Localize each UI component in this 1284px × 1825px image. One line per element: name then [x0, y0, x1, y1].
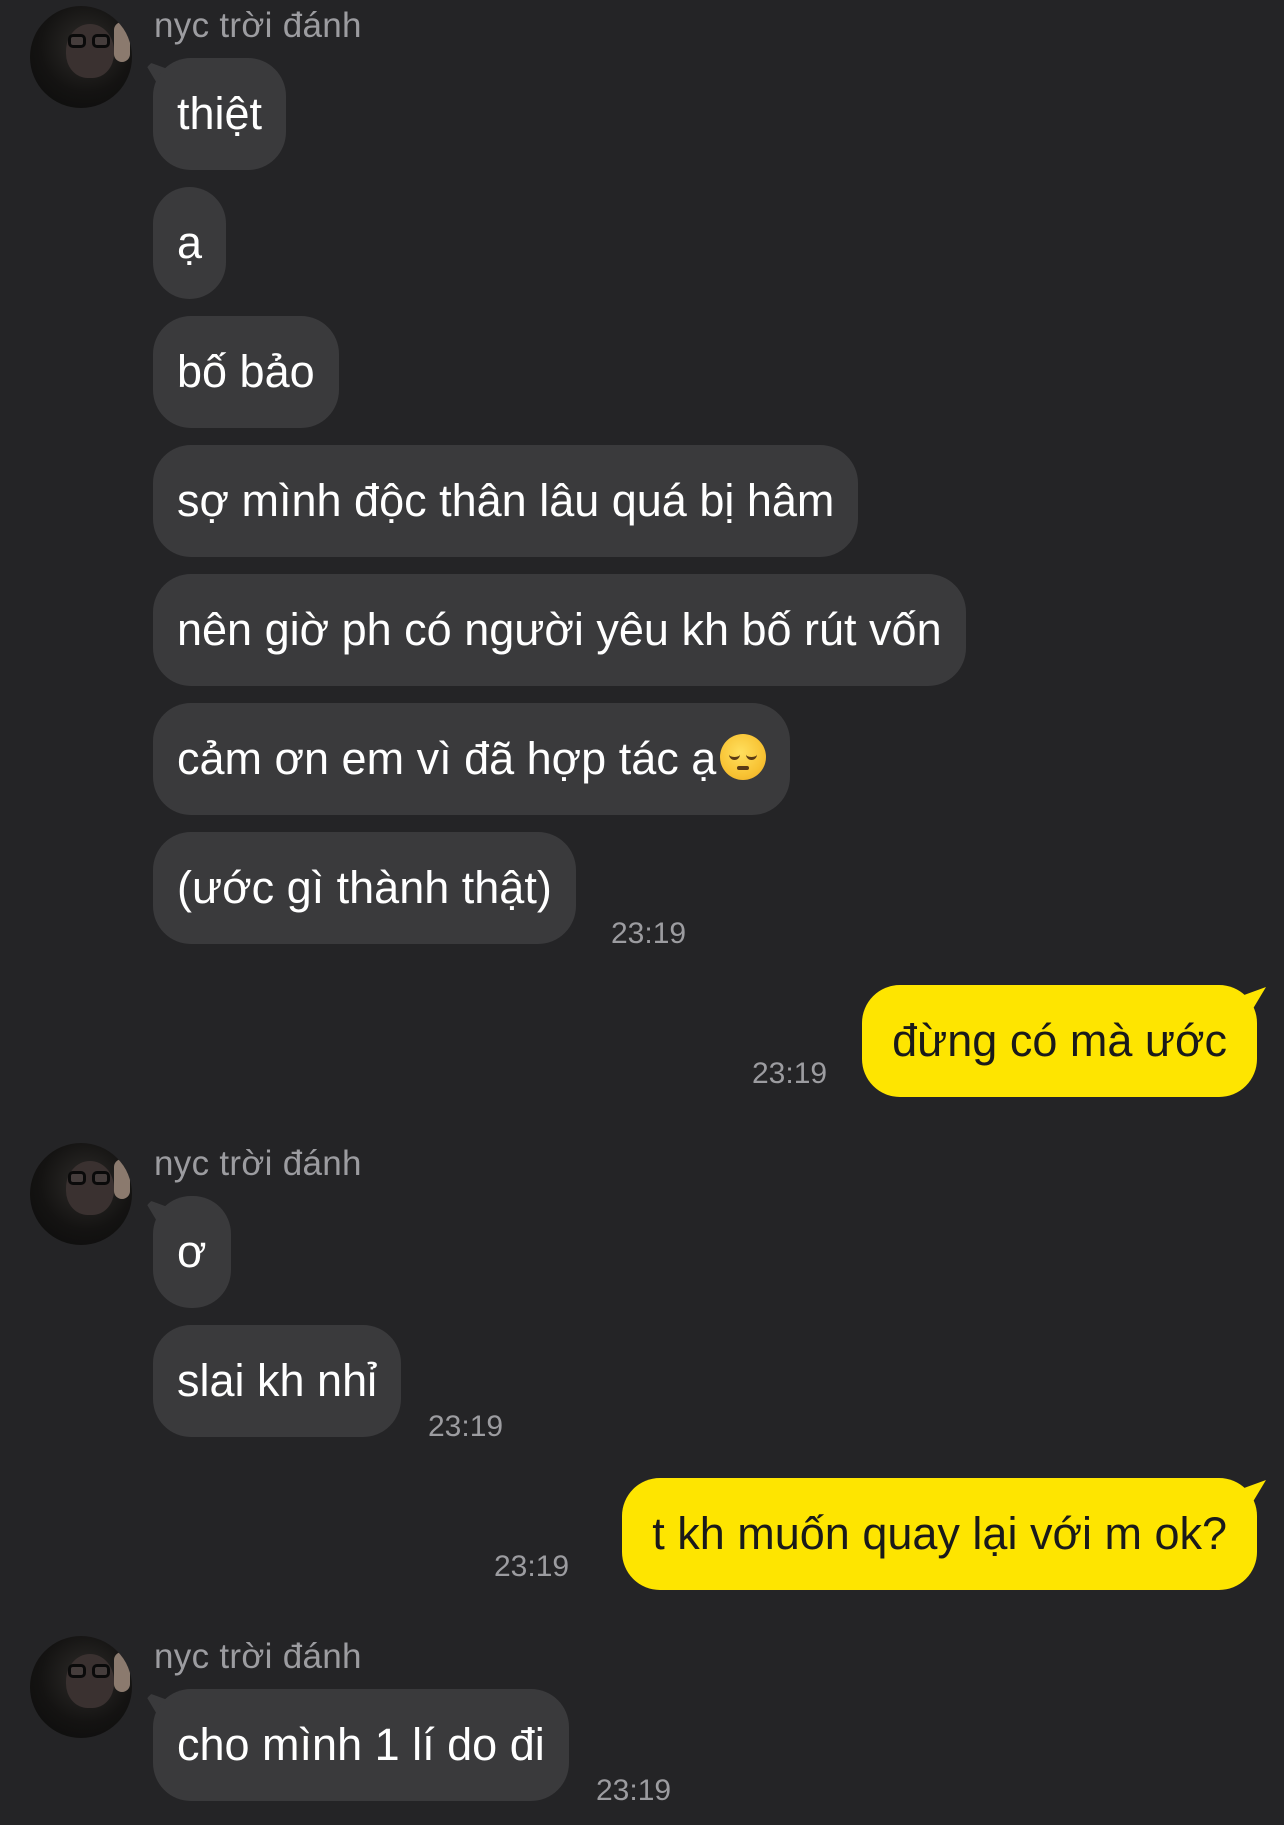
incoming-message[interactable]: slai kh nhỉ — [153, 1325, 402, 1437]
bubble-tail — [1242, 1480, 1266, 1502]
avatar-hand — [114, 1652, 130, 1692]
sender-name: nyc trời đánh — [154, 6, 362, 45]
sender-name: nyc trời đánh — [154, 1637, 362, 1676]
incoming-message[interactable]: cho mình 1 lí do đi — [153, 1689, 569, 1801]
contact-avatar[interactable] — [30, 1636, 132, 1738]
incoming-message[interactable]: (ước gì thành thật) — [153, 832, 576, 944]
pensive-face-emoji — [720, 734, 767, 780]
incoming-message[interactable]: thiệt — [153, 58, 287, 170]
incoming-message[interactable]: cảm ơn em vì đã hợp tác ạ — [153, 703, 791, 815]
message-timestamp: 23:19 — [752, 1057, 828, 1090]
avatar-hand — [114, 22, 130, 62]
contact-avatar[interactable] — [30, 1143, 132, 1245]
avatar-face — [66, 24, 114, 78]
incoming-message[interactable]: nên giờ ph có người yêu kh bố rút vốn — [153, 574, 966, 686]
sender-name: nyc trời đánh — [154, 1144, 362, 1183]
contact-avatar[interactable] — [30, 6, 132, 108]
outgoing-message[interactable]: t kh muốn quay lại với m ok? — [622, 1478, 1257, 1590]
avatar-face — [66, 1161, 114, 1215]
avatar-face — [66, 1654, 114, 1708]
avatar-glasses — [68, 1664, 114, 1680]
message-timestamp: 23:19 — [494, 1550, 570, 1583]
incoming-message[interactable]: ơ — [153, 1196, 231, 1308]
message-text: cảm ơn em vì đã hợp tác ạ — [177, 733, 717, 784]
avatar-glasses — [68, 1171, 114, 1187]
incoming-message[interactable]: bố bảo — [153, 316, 339, 428]
incoming-message[interactable]: sợ mình độc thân lâu quá bị hâm — [153, 445, 859, 557]
outgoing-message[interactable]: đừng có mà ước — [862, 985, 1257, 1097]
message-timestamp: 23:19 — [428, 1410, 504, 1443]
message-timestamp: 23:19 — [596, 1774, 672, 1807]
avatar-hand — [114, 1159, 130, 1199]
incoming-message[interactable]: ạ — [153, 187, 227, 299]
bubble-tail — [1242, 987, 1266, 1009]
message-timestamp: 23:19 — [611, 917, 687, 950]
avatar-glasses — [68, 34, 114, 50]
